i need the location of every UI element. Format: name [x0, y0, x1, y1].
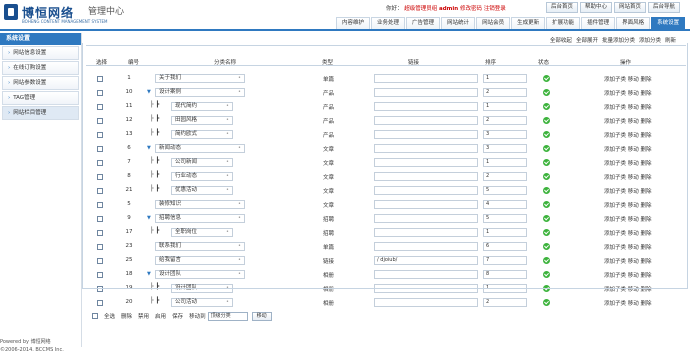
sidebar-item-order[interactable]: › 在线订购设置 [2, 61, 79, 75]
tab-members[interactable]: 网站会员 [476, 17, 511, 29]
header: 博恒网络 BOHENG CONTENT MANAGEMENT SYSTEM 管理… [0, 0, 690, 32]
arrow-icon: › [8, 80, 11, 86]
help-center-button[interactable]: 帮助中心 [580, 2, 613, 13]
move-button[interactable]: 移动 [251, 311, 272, 321]
admin-nav-button[interactable]: 后台导航 [648, 2, 681, 13]
link-field[interactable] [374, 298, 478, 307]
sidebar-title: 系统设置 [0, 33, 81, 45]
tab-content[interactable]: 内容维护 [336, 17, 371, 29]
sidebar-item-tags[interactable]: › TAG管理 [2, 91, 79, 105]
field-marker-icon: • [226, 299, 229, 305]
move-to-label: 移动到 [189, 314, 206, 320]
greeting-text: 你好： [386, 6, 403, 12]
category-name-value: 公司活动 [175, 299, 198, 305]
row-actions[interactable]: 添加子类 移动 删除 [604, 299, 652, 307]
sidebar: 系统设置 › 网站信息设置 › 在线订购设置 › 网站参数设置 › TAG管理 › 网站栏… [0, 33, 82, 353]
arrow-icon: › [8, 95, 11, 101]
main-nav: 内容维护 业务处理 广告管理 网站统计 网站会员 生成更新 扩展功能 插件管理 … [336, 17, 686, 29]
tree-line-icon: ├ ┣ [150, 297, 160, 304]
arrow-icon: › [8, 50, 11, 56]
sort-field[interactable]: 2 [483, 298, 527, 307]
tab-themes[interactable]: 界面风格 [616, 17, 651, 29]
select-all-checkbox[interactable] [92, 313, 98, 319]
bottom-bar: 全选 删除 禁用 启用 保存 移动到 顶级分类 移动 [86, 310, 686, 322]
logo-icon [4, 4, 18, 20]
site-home-button[interactable]: 网站首页 [614, 2, 647, 13]
arrow-icon: › [8, 110, 11, 116]
copyright: ©2006-2014. BCCMS Inc. [0, 347, 64, 353]
logo-subtext: BOHENG CONTENT MANAGEMENT SYSTEM [22, 19, 108, 24]
table-row: 20 ├ ┣ 公司活动 • 相册 2 添加子类 移动 删除 [86, 297, 686, 310]
tab-generate[interactable]: 生成更新 [511, 17, 546, 29]
tab-extensions[interactable]: 扩展功能 [546, 17, 581, 29]
sidebar-item-columns[interactable]: › 网站栏目管理 [2, 106, 79, 120]
header-divider [0, 29, 690, 31]
footer: Powered by 博恒网络 ©2006-2014. BCCMS Inc. [0, 338, 64, 354]
sidebar-item-site-info[interactable]: › 网站信息设置 [2, 46, 79, 60]
content-frame [82, 43, 688, 289]
sidebar-item-label: 在线订购设置 [13, 65, 47, 71]
sidebar-item-params[interactable]: › 网站参数设置 [2, 76, 79, 90]
tab-business[interactable]: 业务处理 [371, 17, 406, 29]
arrow-icon: › [8, 65, 11, 71]
delete-button[interactable]: 删除 [121, 312, 132, 320]
account-actions[interactable]: 修改密码 注销登录 [460, 6, 506, 12]
category-type: 相册 [323, 301, 335, 307]
row-checkbox[interactable] [97, 300, 103, 306]
sidebar-item-label: TAG管理 [13, 95, 36, 101]
brand-title: 管理中心 [88, 7, 125, 17]
tab-ads[interactable]: 广告管理 [406, 17, 441, 29]
sidebar-item-label: 网站参数设置 [13, 80, 47, 86]
role-link[interactable]: 超级管理员组 [404, 6, 437, 12]
tab-stats[interactable]: 网站统计 [441, 17, 476, 29]
top-buttons: 后台首页 帮助中心 网站首页 后台导航 [546, 2, 681, 13]
tab-settings[interactable]: 系统设置 [651, 17, 686, 29]
move-target-select[interactable]: 顶级分类 [207, 311, 248, 321]
save-button[interactable]: 保存 [172, 312, 183, 320]
user-info: 你好： 超级管理员组 admin 修改密码 注销登录 [386, 4, 506, 12]
row-id: 20 [125, 299, 133, 305]
admin-home-button[interactable]: 后台首页 [546, 2, 579, 13]
powered-by: Powered by 博恒网络 [0, 339, 51, 345]
username: admin [439, 6, 459, 12]
select-all-label[interactable]: 全选 [104, 312, 115, 320]
category-name-field[interactable]: 公司活动 • [171, 298, 233, 307]
sidebar-item-label: 网站信息设置 [13, 50, 47, 56]
sidebar-item-label: 网站栏目管理 [13, 110, 47, 116]
disable-button[interactable]: 禁用 [138, 312, 149, 320]
enable-button[interactable]: 启用 [155, 312, 166, 320]
status-check-icon[interactable] [543, 299, 550, 306]
tab-plugins[interactable]: 插件管理 [581, 17, 616, 29]
